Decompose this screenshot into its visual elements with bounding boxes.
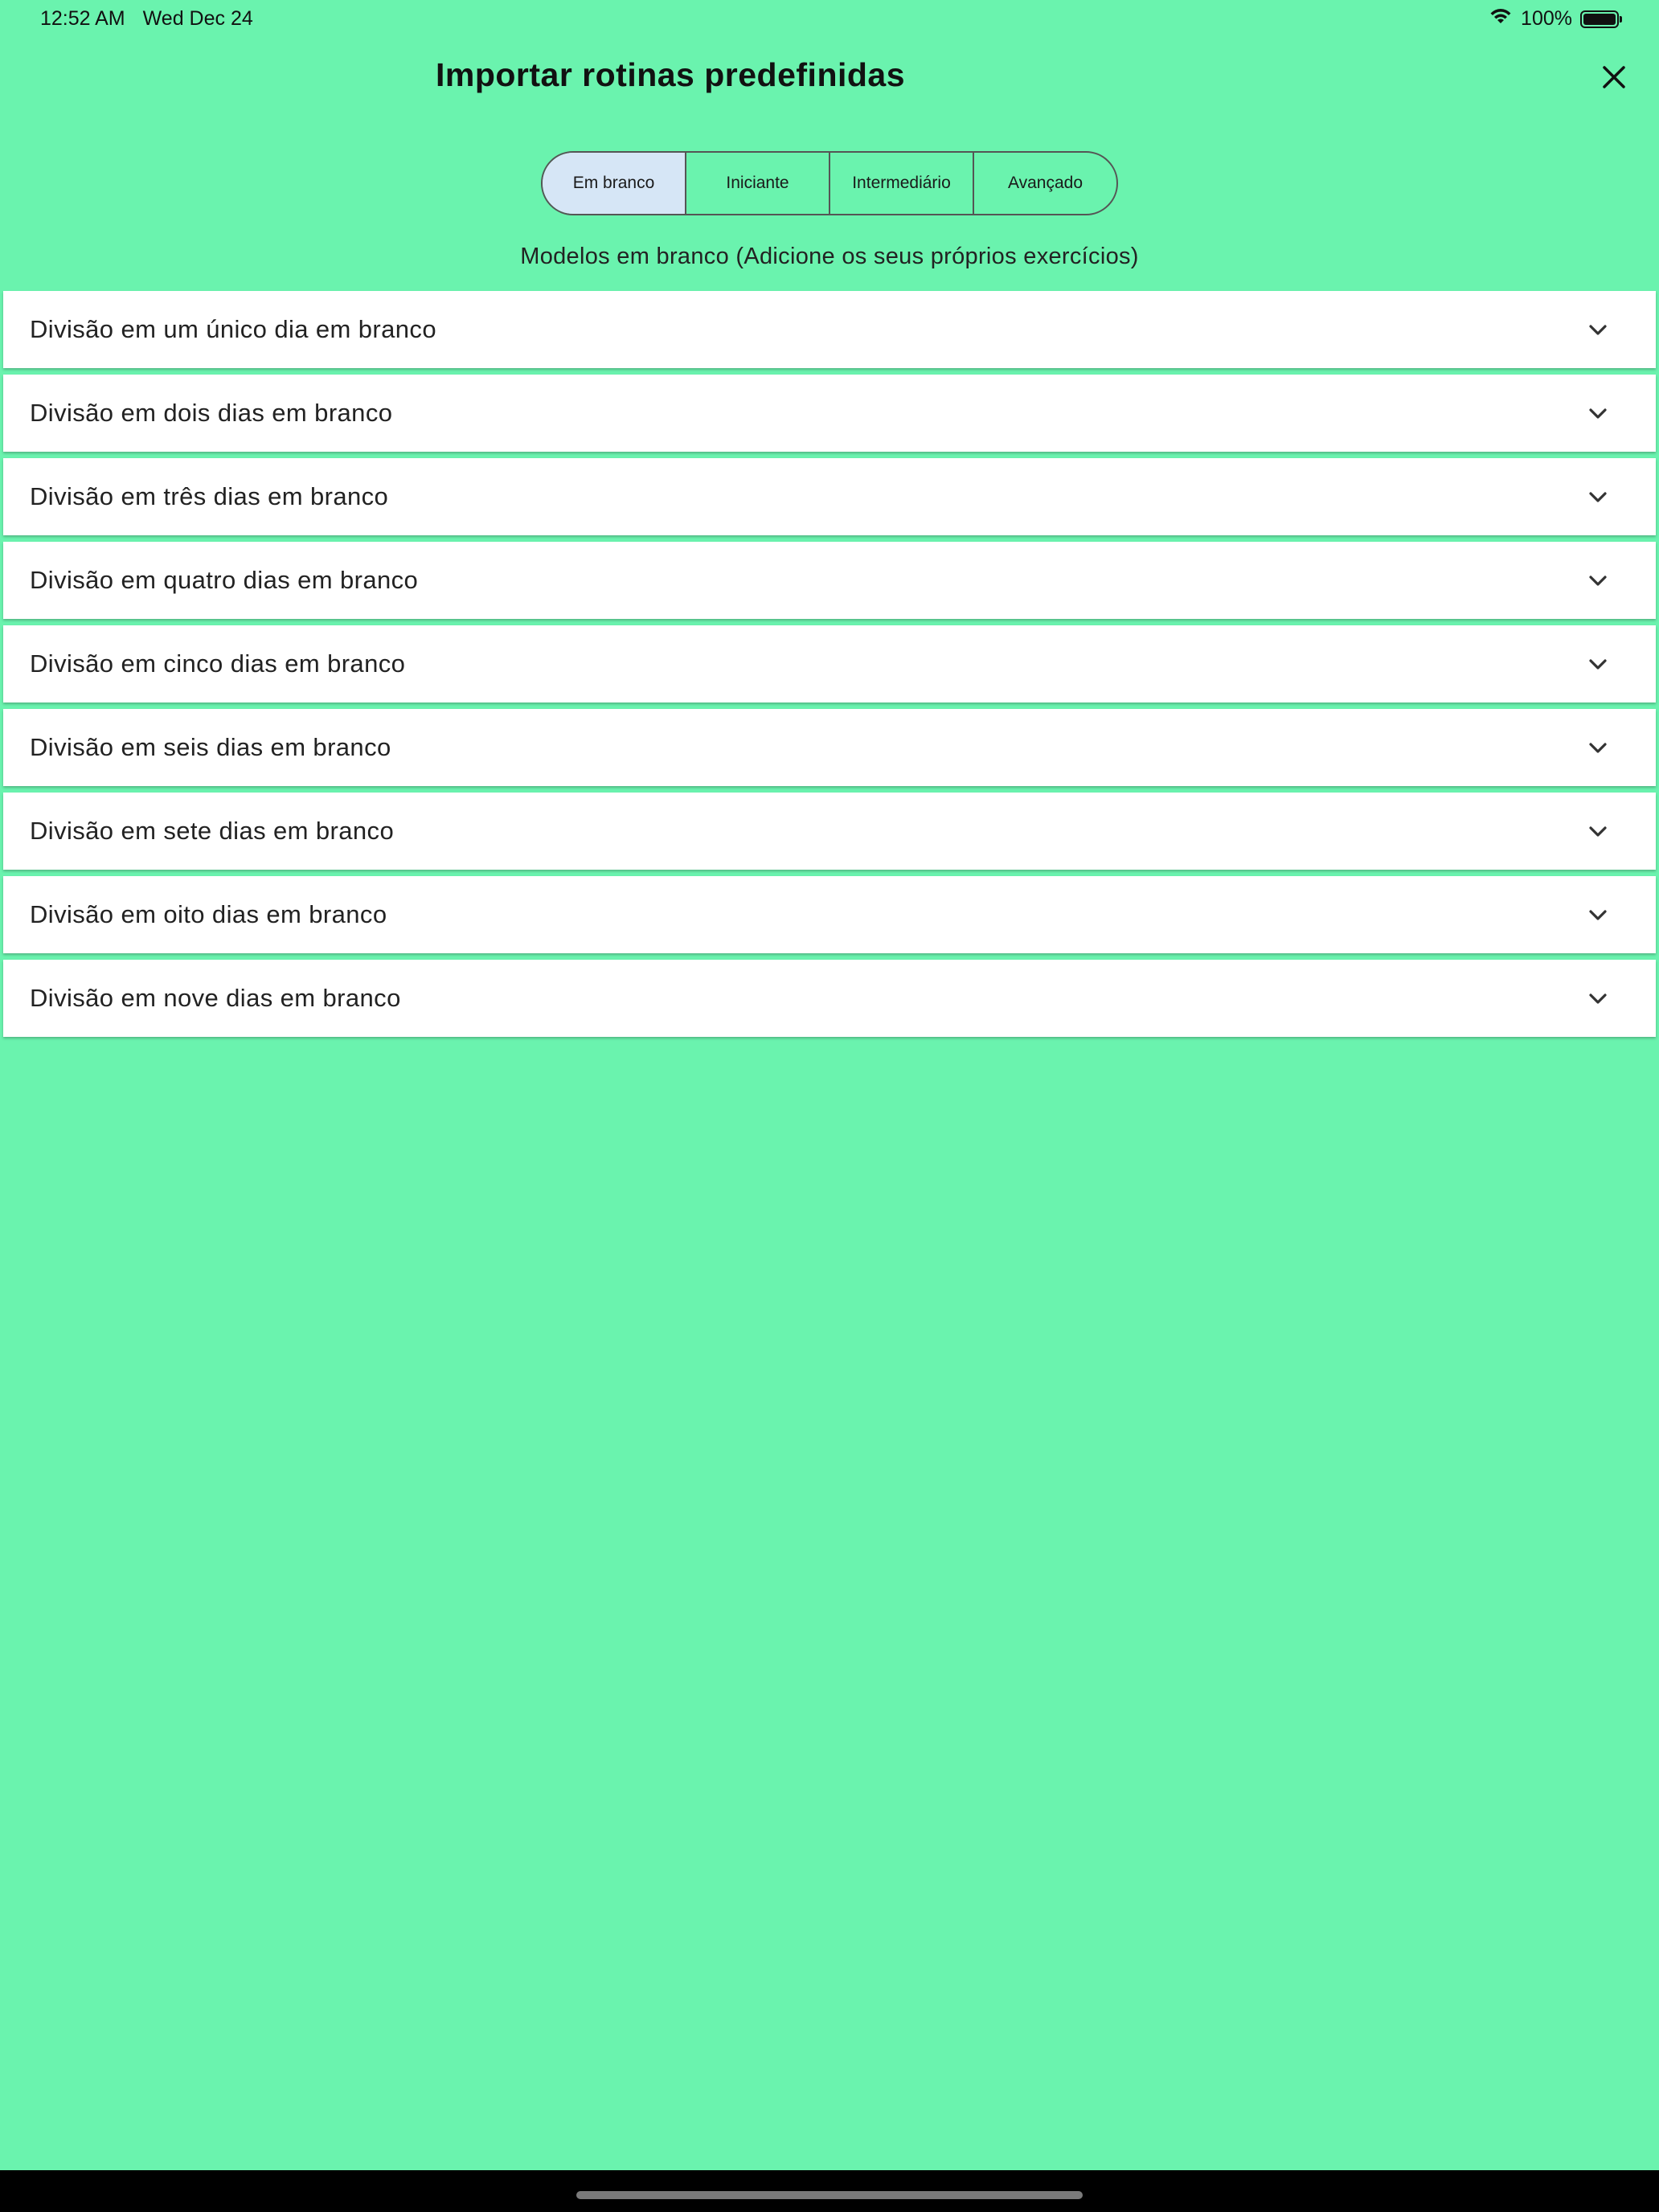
chevron-down-icon	[1589, 910, 1607, 920]
list-item-label: Divisão em três dias em branco	[30, 482, 389, 510]
list-item-label: Divisão em seis dias em branco	[30, 733, 391, 761]
close-button[interactable]	[1593, 58, 1635, 100]
list-item[interactable]: Divisão em três dias em branco	[3, 458, 1656, 535]
chevron-down-icon	[1589, 576, 1607, 586]
battery-icon	[1580, 10, 1622, 28]
list-item[interactable]: Divisão em um único dia em branco	[3, 291, 1656, 368]
list-item[interactable]: Divisão em quatro dias em branco	[3, 542, 1656, 619]
chevron-down-icon	[1589, 826, 1607, 837]
close-icon	[1602, 65, 1626, 93]
tab-avancado[interactable]: Avançado	[974, 153, 1116, 214]
routine-list: Divisão em um único dia em branco Divisã…	[3, 291, 1656, 1043]
status-date: Wed Dec 24	[142, 7, 253, 30]
list-item[interactable]: Divisão em nove dias em branco	[3, 960, 1656, 1037]
list-item-label: Divisão em oito dias em branco	[30, 900, 387, 928]
list-item-label: Divisão em um único dia em branco	[30, 315, 436, 343]
battery-percentage: 100%	[1521, 7, 1572, 30]
bottom-bar	[0, 2170, 1659, 2212]
list-item-label: Divisão em quatro dias em branco	[30, 566, 419, 594]
chevron-down-icon	[1589, 408, 1607, 419]
home-indicator[interactable]	[576, 2191, 1083, 2199]
tab-iniciante[interactable]: Iniciante	[686, 153, 830, 214]
section-subtitle: Modelos em branco (Adicione os seus próp…	[520, 244, 1139, 269]
status-left: 12:52 AM Wed Dec 24	[40, 7, 253, 31]
list-item-label: Divisão em dois dias em branco	[30, 399, 393, 427]
chevron-down-icon	[1589, 743, 1607, 753]
level-tabs: Em branco Iniciante Intermediário Avança…	[541, 151, 1118, 215]
chevron-down-icon	[1589, 492, 1607, 502]
chevron-down-icon	[1589, 325, 1607, 335]
list-item-label: Divisão em sete dias em branco	[30, 817, 395, 845]
list-item[interactable]: Divisão em seis dias em branco	[3, 709, 1656, 786]
tab-intermediario[interactable]: Intermediário	[830, 153, 974, 214]
list-item[interactable]: Divisão em cinco dias em branco	[3, 625, 1656, 703]
page-title: Importar rotinas predefinidas	[435, 56, 906, 93]
chevron-down-icon	[1589, 659, 1607, 670]
status-bar: 12:52 AM Wed Dec 24 100%	[0, 0, 1659, 39]
chevron-down-icon	[1589, 993, 1607, 1004]
list-item-label: Divisão em cinco dias em branco	[30, 649, 406, 678]
tab-em-branco[interactable]: Em branco	[543, 153, 686, 214]
list-item[interactable]: Divisão em oito dias em branco	[3, 876, 1656, 953]
status-right: 100%	[1489, 7, 1622, 31]
list-item-label: Divisão em nove dias em branco	[30, 984, 401, 1012]
list-item[interactable]: Divisão em sete dias em branco	[3, 793, 1656, 870]
wifi-icon	[1489, 7, 1513, 31]
list-item[interactable]: Divisão em dois dias em branco	[3, 375, 1656, 452]
status-time: 12:52 AM	[40, 7, 125, 30]
